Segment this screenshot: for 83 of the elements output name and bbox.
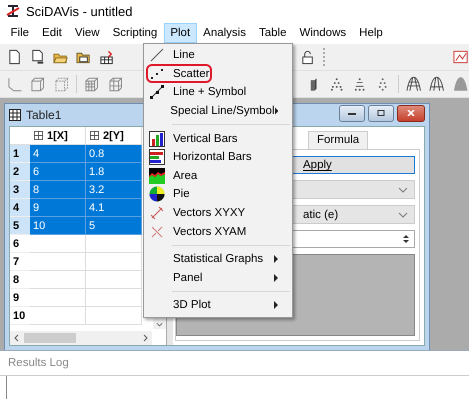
submenu-arrow-icon bbox=[274, 301, 278, 310]
menu-item[interactable]: Special Line/Symbol bbox=[144, 102, 292, 120]
table-cell[interactable] bbox=[86, 271, 142, 289]
table-icon bbox=[9, 109, 21, 121]
menu-item[interactable]: Line + Symbol bbox=[144, 83, 292, 102]
table-cell[interactable]: 1.8 bbox=[86, 163, 142, 181]
row-header[interactable]: 3 bbox=[10, 181, 30, 199]
surface-icon[interactable] bbox=[452, 76, 469, 92]
horizontal-bars-icon bbox=[149, 149, 165, 166]
mesh-icon[interactable] bbox=[428, 76, 446, 92]
menu-item[interactable]: Vectors XYAM bbox=[144, 222, 292, 241]
table-cell[interactable]: 6 bbox=[30, 163, 86, 181]
scrollbar-thumb[interactable] bbox=[24, 333, 76, 343]
cube-icon[interactable] bbox=[29, 76, 47, 92]
table-cell[interactable] bbox=[86, 253, 142, 271]
dashed-cube-icon[interactable] bbox=[52, 76, 70, 92]
row-header[interactable]: 5 bbox=[10, 217, 30, 235]
submenu-arrow-icon bbox=[274, 107, 278, 116]
table-cell[interactable] bbox=[86, 235, 142, 253]
table-cell[interactable] bbox=[30, 253, 86, 271]
menu-item[interactable]: Table bbox=[252, 23, 293, 43]
submenu-arrow-icon bbox=[274, 255, 278, 264]
column-icon bbox=[90, 131, 99, 140]
menu-item[interactable]: Scripting bbox=[106, 23, 164, 43]
table-cell[interactable] bbox=[86, 289, 142, 307]
vertical-bars-icon bbox=[149, 130, 165, 147]
chevron-down-icon bbox=[398, 212, 408, 218]
menu-item[interactable]: Statistical Graphs bbox=[144, 250, 292, 269]
menu-item[interactable]: Scatter bbox=[144, 64, 292, 84]
table-cell[interactable]: 4 bbox=[30, 145, 86, 163]
pie-icon bbox=[149, 186, 165, 202]
maximize-button[interactable] bbox=[368, 104, 394, 122]
mesh-icon[interactable] bbox=[404, 76, 422, 92]
maximize-icon bbox=[376, 110, 386, 116]
table-cell[interactable] bbox=[30, 235, 86, 253]
chevron-down-icon bbox=[398, 186, 408, 192]
area-icon bbox=[149, 168, 165, 184]
submenu-arrow-icon bbox=[274, 274, 278, 282]
menu-item[interactable]: Plot bbox=[164, 23, 197, 43]
table-cell[interactable] bbox=[30, 289, 86, 307]
menu-item[interactable]: Pie bbox=[144, 185, 292, 204]
tab[interactable]: Formula bbox=[308, 131, 368, 149]
window-title: SciDAVis - untitled bbox=[26, 4, 132, 18]
menu-item[interactable]: 3D Plot bbox=[144, 296, 292, 315]
plot-icon[interactable] bbox=[452, 49, 469, 65]
menu-item[interactable]: Edit bbox=[36, 23, 68, 43]
results-log-title: Results Log bbox=[0, 351, 469, 376]
menu-item[interactable]: File bbox=[4, 23, 36, 43]
table-cell[interactable]: 5 bbox=[86, 217, 142, 235]
table-cell[interactable] bbox=[30, 271, 86, 289]
line-symbol-icon bbox=[149, 84, 165, 100]
table-cell[interactable]: 3.2 bbox=[86, 181, 142, 199]
minimize-button[interactable] bbox=[339, 104, 365, 122]
table-cell[interactable]: 4.1 bbox=[86, 199, 142, 217]
menu-item[interactable]: Panel bbox=[144, 268, 292, 288]
table-cell[interactable] bbox=[86, 307, 142, 325]
menu-item[interactable]: Vertical Bars bbox=[144, 129, 292, 148]
menu-item[interactable]: Help bbox=[352, 23, 390, 43]
line-icon bbox=[149, 47, 165, 64]
menu-item[interactable]: View bbox=[68, 23, 106, 43]
close-button[interactable] bbox=[397, 104, 425, 122]
window-title: Table1 bbox=[26, 108, 62, 122]
row-header[interactable]: 1 bbox=[10, 145, 30, 163]
vectors-icon bbox=[149, 224, 165, 240]
row-header[interactable]: 4 bbox=[10, 199, 30, 217]
table-cell[interactable]: 9 bbox=[30, 199, 86, 217]
menu-item[interactable]: Windows bbox=[292, 23, 353, 43]
table-cell[interactable]: 0.8 bbox=[86, 145, 142, 163]
close-icon bbox=[406, 110, 416, 116]
axes-icon[interactable] bbox=[6, 76, 24, 92]
horizontal-scrollbar[interactable] bbox=[10, 331, 152, 345]
table-cell[interactable]: 8 bbox=[30, 181, 86, 199]
app-logo-icon bbox=[6, 4, 20, 18]
menu-item[interactable]: Analysis bbox=[196, 23, 252, 43]
grid-cube-icon[interactable] bbox=[83, 76, 101, 92]
table-cell[interactable]: 10 bbox=[30, 217, 86, 235]
row-header[interactable]: 2 bbox=[10, 163, 30, 181]
vectors-icon bbox=[149, 205, 165, 222]
grid-cube-icon[interactable] bbox=[106, 76, 124, 92]
spin-arrows-icon bbox=[402, 233, 410, 245]
column-icon bbox=[34, 131, 43, 140]
minimize-icon bbox=[347, 110, 357, 116]
table-cell[interactable] bbox=[30, 307, 86, 325]
